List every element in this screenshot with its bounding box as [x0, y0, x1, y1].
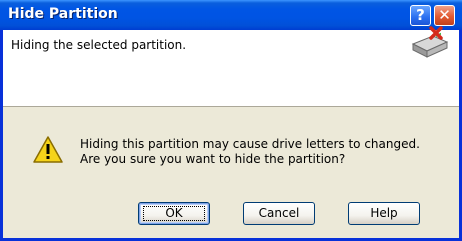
window-title: Hide Partition [8, 6, 118, 22]
cancel-label: Cancel [258, 206, 300, 220]
warning-line-1: Hiding this partition may cause drive le… [80, 137, 420, 151]
close-button[interactable]: ✕ [434, 5, 455, 26]
warning-icon [33, 136, 63, 163]
warning-line-2: Are you sure you want to hide the partit… [80, 152, 346, 166]
header-description: Hiding the selected partition. [11, 38, 187, 52]
cancel-button[interactable]: Cancel [243, 202, 315, 225]
focus-rect [143, 206, 205, 221]
drive-delete-icon [411, 26, 449, 58]
ok-button[interactable]: OK [138, 202, 210, 225]
help-title-button[interactable]: ? [410, 5, 431, 26]
help-button[interactable]: Help [348, 202, 420, 225]
warning-message: Hiding this partition may cause drive le… [80, 137, 420, 167]
hide-partition-dialog: Hide Partition ? ✕ Hiding the selected p… [0, 0, 462, 241]
help-label: Help [370, 206, 398, 220]
title-bar[interactable]: Hide Partition ? ✕ [0, 0, 462, 30]
